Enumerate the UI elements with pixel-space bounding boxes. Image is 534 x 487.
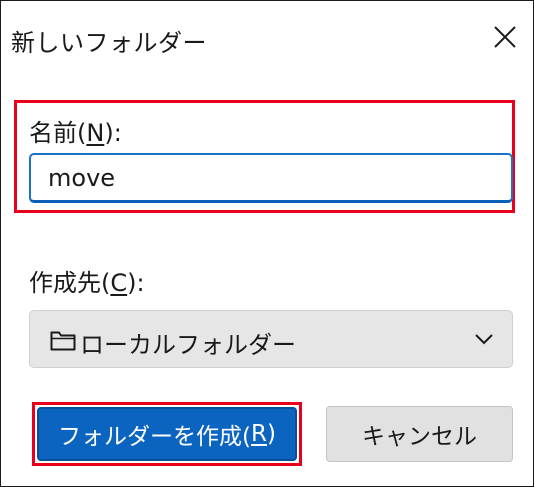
title-bar: 新しいフォルダー bbox=[1, 1, 533, 79]
dialog-title: 新しいフォルダー bbox=[11, 29, 207, 57]
close-button[interactable] bbox=[483, 15, 527, 59]
new-folder-dialog: 新しいフォルダー 名前(N): 作成先(C): ローカルフォルダー フォルダーを… bbox=[0, 0, 534, 487]
create-accesskey: R bbox=[251, 421, 267, 447]
destination-dropdown[interactable]: ローカルフォルダー bbox=[29, 310, 513, 368]
create-folder-button[interactable]: フォルダーを作成(R) bbox=[37, 407, 297, 461]
name-accesskey: N bbox=[86, 119, 105, 147]
chevron-down-icon bbox=[475, 334, 493, 345]
name-label: 名前(N): bbox=[29, 119, 122, 147]
destination-selected-value: ローカルフォルダー bbox=[80, 331, 296, 359]
close-icon bbox=[494, 26, 516, 48]
destination-accesskey: C bbox=[110, 269, 128, 297]
folder-name-input[interactable] bbox=[29, 153, 513, 203]
cancel-button[interactable]: キャンセル bbox=[326, 406, 513, 462]
folder-icon bbox=[50, 331, 76, 351]
destination-label: 作成先(C): bbox=[29, 269, 145, 297]
